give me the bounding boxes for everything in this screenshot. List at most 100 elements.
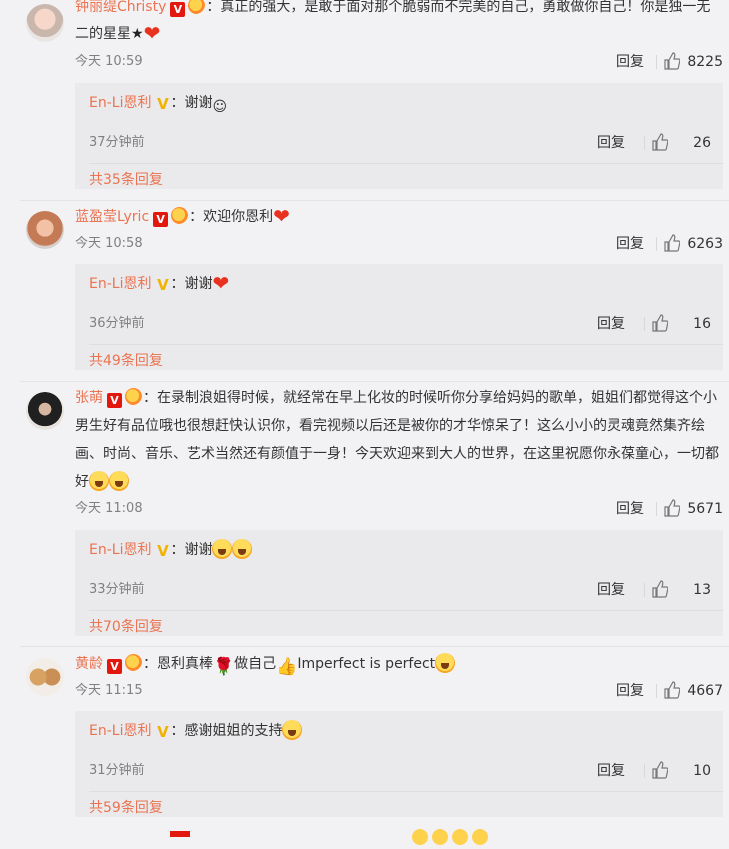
like-count: 5671	[687, 501, 723, 517]
verified-gold-icon: V	[157, 95, 169, 113]
reply-username-link[interactable]: En-Li恩利	[89, 723, 151, 739]
divider	[644, 136, 645, 150]
verified-gold-icon: V	[157, 542, 169, 560]
more-replies-link[interactable]: 共59条回复	[89, 798, 163, 818]
reply-button[interactable]: 回复	[597, 761, 625, 781]
reply-content: En-Li恩利 V ：谢谢❤	[89, 273, 229, 295]
like-count: 10	[693, 763, 711, 779]
shocked-face-icon	[89, 471, 109, 491]
divider	[656, 237, 657, 251]
comment-list: 钟丽缇Christy V ：真正的强大，是敢于面对那个脆弱而不完美的自己，勇敢做你自…	[0, 0, 729, 845]
avatar[interactable]	[26, 211, 64, 249]
thumbs-up-icon	[664, 234, 680, 252]
comment-text: ：在录制浪姐得时候，就经常在早上化妆的时候听你分享给妈妈的歌单，姐姐们都觉得这个…	[75, 390, 719, 490]
comment-meta: 今天 11:15 回复 4667	[75, 681, 723, 701]
member-badge-icon	[125, 388, 142, 405]
like-count: 4667	[687, 683, 723, 699]
reply-button[interactable]: 回复	[616, 234, 644, 254]
smile-icon: ☺	[212, 99, 228, 115]
like-count: 6263	[687, 236, 723, 252]
divider	[656, 684, 657, 698]
more-replies-link[interactable]: 共35条回复	[89, 170, 163, 190]
username-link[interactable]: 黄龄	[75, 656, 103, 672]
heart-icon: ❤	[212, 271, 230, 295]
reply-meta: 33分钟前 回复 13	[89, 580, 711, 600]
reply-text: ：感谢姐姐的支持	[170, 723, 283, 739]
reply-content: En-Li恩利 V ：谢谢☺	[89, 92, 227, 118]
comment-meta: 今天 11:08 回复 5671	[75, 499, 723, 519]
comment-text: ：恩利真棒	[143, 656, 213, 672]
shocked-face-icon	[232, 539, 253, 559]
divider	[644, 764, 645, 778]
member-badge-icon	[125, 654, 142, 671]
comment-meta: 今天 10:59 回复 8225	[75, 52, 723, 72]
reply-text: ：谢谢	[170, 542, 213, 558]
reply-username-link[interactable]: En-Li恩利	[89, 542, 151, 558]
reply-box: En-Li恩利 V ：感谢姐姐的支持 31分钟前 回复 10 共59条回复	[75, 711, 723, 817]
timestamp: 今天 11:15	[75, 683, 143, 698]
shocked-face-icon	[109, 471, 129, 491]
thumbs-up-icon	[664, 52, 680, 70]
reply-text: ：谢谢	[170, 95, 213, 111]
more-replies-link[interactable]: 共70条回复	[89, 617, 163, 637]
divider	[644, 317, 645, 331]
reply-button[interactable]: 回复	[597, 133, 625, 153]
comment-body: 钟丽缇Christy V ：真正的强大，是敢于面对那个脆弱而不完美的自己，勇敢做你自…	[75, 0, 723, 48]
thumbs-up-icon	[652, 580, 668, 598]
reply-button[interactable]: 回复	[616, 52, 644, 72]
reply-username-link[interactable]: En-Li恩利	[89, 276, 151, 292]
like-count: 13	[693, 582, 711, 598]
more-replies-link[interactable]: 共49条回复	[89, 351, 163, 371]
like-button[interactable]: 26	[649, 133, 711, 153]
divider	[644, 583, 645, 597]
divider	[89, 344, 723, 345]
divider	[656, 55, 657, 69]
reply-button[interactable]: 回复	[597, 580, 625, 600]
thumbs-up-icon	[664, 499, 680, 517]
timestamp: 今天 10:59	[75, 54, 143, 69]
avatar[interactable]	[26, 392, 64, 430]
reply-button[interactable]: 回复	[616, 681, 644, 701]
divider	[89, 610, 723, 611]
divider	[20, 646, 729, 647]
comment-text: 做自己	[234, 656, 277, 672]
reply-box: En-Li恩利 V ：谢谢☺ 37分钟前 回复 26 共35条回复	[75, 83, 723, 189]
verified-badge-icon: V	[107, 393, 122, 408]
like-button[interactable]: 16	[649, 314, 711, 334]
avatar[interactable]	[26, 4, 64, 42]
reply-content: En-Li恩利 V ：谢谢	[89, 539, 253, 561]
username-link[interactable]: 张萌	[75, 390, 103, 406]
timestamp: 今天 11:08	[75, 501, 143, 516]
comment-body: 蓝盈莹Lyric V ：欢迎你恩利❤	[75, 204, 723, 231]
blushing-face-icon	[435, 653, 456, 673]
reply-timestamp: 36分钟前	[89, 316, 145, 331]
reply-button[interactable]: 回复	[616, 499, 644, 519]
avatar[interactable]	[26, 658, 64, 696]
verified-badge-icon: V	[170, 2, 186, 17]
divider	[20, 200, 729, 201]
username-link[interactable]: 钟丽缇Christy	[75, 0, 166, 15]
divider	[89, 791, 723, 792]
comment-body: 黄龄 V ：恩利真棒🌹做自己👍Imperfect is perfect	[75, 651, 723, 681]
reply-content: En-Li恩利 V ：感谢姐姐的支持	[89, 720, 303, 742]
verified-gold-icon: V	[157, 723, 169, 741]
thumbs-up-emoji-icon: 👍	[276, 657, 298, 677]
username-link[interactable]: 蓝盈莹Lyric	[75, 209, 149, 225]
comment-text: ：欢迎你恩利	[189, 209, 274, 225]
thumbs-up-icon	[652, 314, 668, 332]
member-badge-icon	[188, 0, 206, 14]
thumbs-up-icon	[664, 681, 680, 699]
reply-username-link[interactable]: En-Li恩利	[89, 95, 151, 111]
like-button[interactable]: 10	[649, 761, 711, 781]
like-count: 8225	[687, 54, 723, 70]
comment-body: 张萌 V ：在录制浪姐得时候，就经常在早上化妆的时候听你分享给妈妈的歌单，姐姐们都觉…	[75, 384, 723, 496]
reply-timestamp: 31分钟前	[89, 763, 145, 778]
partial-emoji-row	[412, 829, 492, 845]
reply-button[interactable]: 回复	[597, 314, 625, 334]
like-count: 26	[693, 135, 711, 151]
reply-timestamp: 37分钟前	[89, 135, 145, 150]
like-button[interactable]: 13	[649, 580, 711, 600]
reply-box: En-Li恩利 V ：谢谢 33分钟前 回复 13 共70条回复	[75, 530, 723, 636]
verified-gold-icon: V	[157, 276, 169, 294]
shocked-face-icon	[282, 720, 303, 740]
